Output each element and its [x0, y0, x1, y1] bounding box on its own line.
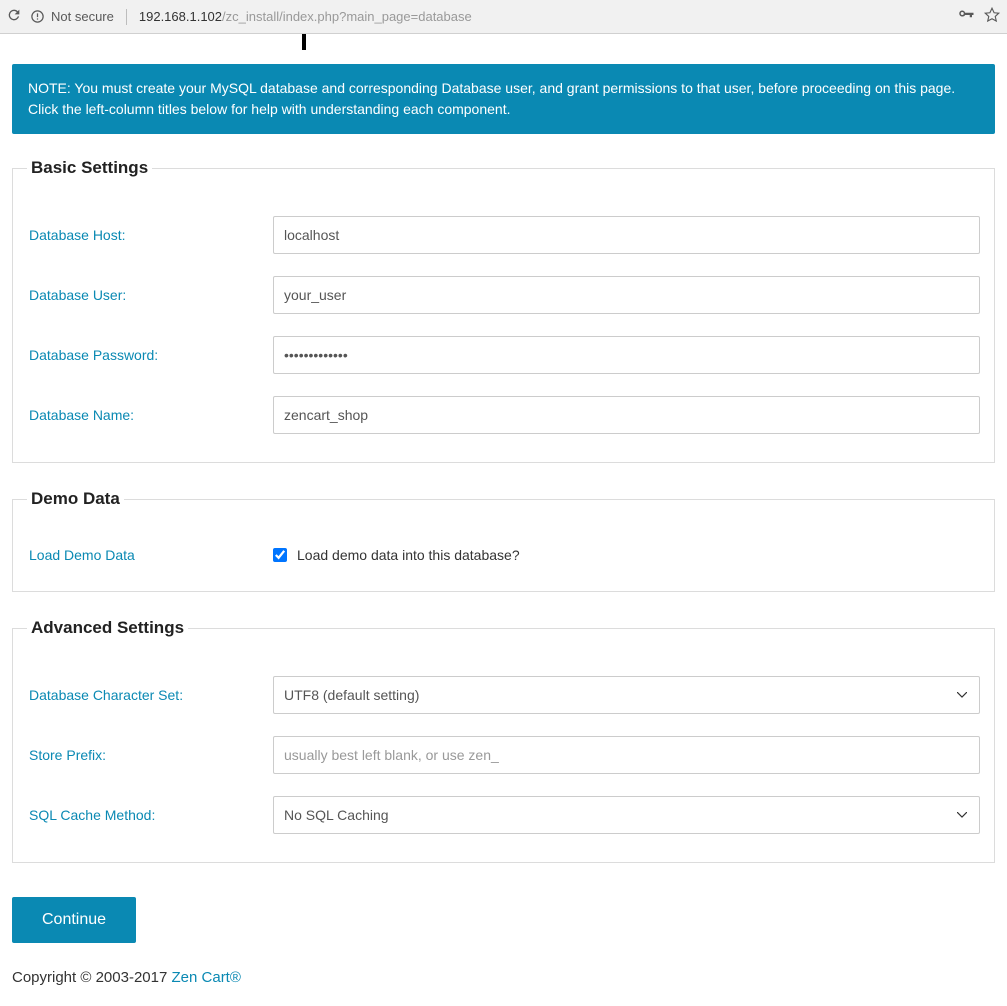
- advanced-settings-fieldset: Advanced Settings Database Character Set…: [12, 618, 995, 863]
- zencart-link[interactable]: Zen Cart®: [172, 969, 241, 986]
- db-name-label[interactable]: Database Name:: [27, 407, 273, 423]
- prefix-input[interactable]: [273, 736, 980, 774]
- continue-button[interactable]: Continue: [12, 897, 136, 943]
- load-demo-row: Load Demo Data Load demo data into this …: [27, 547, 980, 563]
- db-user-row: Database User:: [27, 276, 980, 314]
- db-name-row: Database Name:: [27, 396, 980, 434]
- security-label: Not secure: [51, 9, 114, 24]
- db-host-label[interactable]: Database Host:: [27, 227, 273, 243]
- demo-data-legend: Demo Data: [27, 489, 124, 509]
- divider: [126, 9, 127, 25]
- cache-select[interactable]: No SQL Caching: [273, 796, 980, 834]
- db-user-input[interactable]: [273, 276, 980, 314]
- prefix-row: Store Prefix:: [27, 736, 980, 774]
- db-host-input[interactable]: [273, 216, 980, 254]
- db-name-input[interactable]: [273, 396, 980, 434]
- password-key-icon[interactable]: [957, 6, 975, 27]
- db-host-row: Database Host:: [27, 216, 980, 254]
- notice-text: NOTE: You must create your MySQL databas…: [28, 80, 955, 117]
- basic-settings-fieldset: Basic Settings Database Host: Database U…: [12, 158, 995, 463]
- url-path: /zc_install/index.php?main_page=database: [222, 9, 472, 24]
- security-status[interactable]: Not secure: [30, 9, 114, 24]
- db-password-row: Database Password:: [27, 336, 980, 374]
- advanced-settings-legend: Advanced Settings: [27, 618, 188, 638]
- cache-label[interactable]: SQL Cache Method:: [27, 807, 273, 823]
- bookmark-star-icon[interactable]: [983, 6, 1001, 27]
- load-demo-label[interactable]: Load Demo Data: [27, 547, 273, 563]
- charset-label[interactable]: Database Character Set:: [27, 687, 273, 703]
- reload-icon[interactable]: [6, 7, 22, 26]
- notice-banner: NOTE: You must create your MySQL databas…: [12, 64, 995, 134]
- prefix-label[interactable]: Store Prefix:: [27, 747, 273, 763]
- load-demo-checkbox-label: Load demo data into this database?: [297, 547, 520, 563]
- demo-data-fieldset: Demo Data Load Demo Data Load demo data …: [12, 489, 995, 592]
- charset-row: Database Character Set: UTF8 (default se…: [27, 676, 980, 714]
- db-password-input[interactable]: [273, 336, 980, 374]
- basic-settings-legend: Basic Settings: [27, 158, 152, 178]
- db-password-label[interactable]: Database Password:: [27, 347, 273, 363]
- decorative-mark: [302, 34, 306, 50]
- load-demo-checkbox[interactable]: [273, 548, 287, 562]
- page-content: NOTE: You must create your MySQL databas…: [0, 34, 1007, 1006]
- charset-select[interactable]: UTF8 (default setting): [273, 676, 980, 714]
- db-user-label[interactable]: Database User:: [27, 287, 273, 303]
- copyright-text: Copyright © 2003-2017: [12, 969, 172, 986]
- url-host: 192.168.1.102: [139, 9, 222, 24]
- info-icon: [30, 9, 45, 24]
- url-display[interactable]: 192.168.1.102/zc_install/index.php?main_…: [139, 9, 949, 24]
- footer: Copyright © 2003-2017 Zen Cart®: [12, 969, 995, 986]
- browser-address-bar: Not secure 192.168.1.102/zc_install/inde…: [0, 0, 1007, 34]
- top-spacer: [12, 34, 995, 64]
- cache-row: SQL Cache Method: No SQL Caching: [27, 796, 980, 834]
